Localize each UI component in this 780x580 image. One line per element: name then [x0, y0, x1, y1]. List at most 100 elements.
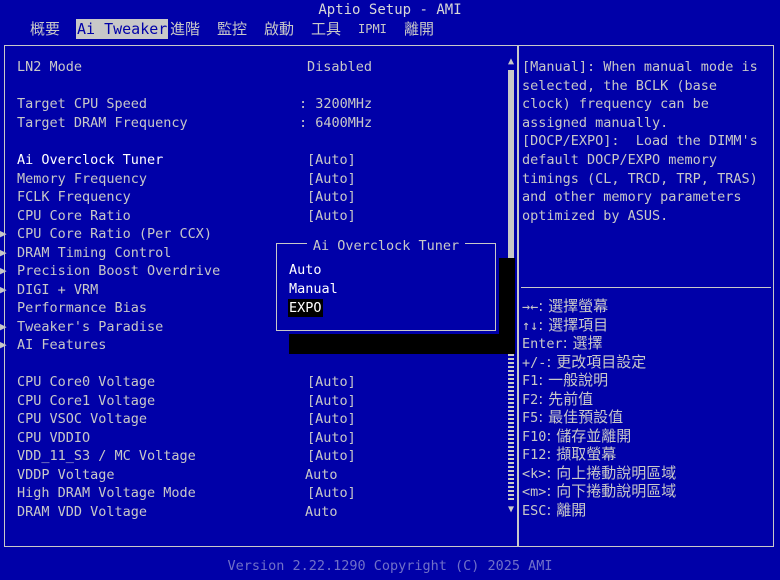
setting-label: Ai Overclock Tuner — [17, 152, 164, 168]
setting-vddp-voltage[interactable]: VDDP Voltage Auto — [17, 466, 497, 484]
help-divider — [521, 287, 771, 288]
setting-value: [Auto] — [307, 448, 356, 464]
tab-bar: 概要 Ai Tweaker 進階 監控 啟動 工具 IPMI 離開 — [0, 19, 780, 39]
submenu-label: Precision Boost Overdrive — [17, 263, 221, 279]
tab-advanced[interactable]: 進階 — [170, 19, 200, 39]
key-description: : 選擇 — [562, 334, 603, 352]
setting-label: LN2 Mode — [17, 59, 83, 75]
setting-label: Performance Bias — [17, 300, 148, 316]
info-label: Target DRAM Frequency — [17, 115, 188, 131]
setting-value: [Auto] — [307, 374, 356, 390]
tab-monitor[interactable]: 監控 — [217, 19, 247, 39]
tab-exit[interactable]: 離開 — [404, 19, 434, 39]
key-label: +/- — [522, 355, 547, 371]
key-hint-esc: ESC: 離開 — [522, 501, 586, 520]
key-label: Enter — [522, 336, 563, 352]
key-hint-f2: F2: 先前值 — [522, 390, 593, 409]
tab-boot[interactable]: 啟動 — [264, 19, 294, 39]
setting-value: [Auto] — [307, 189, 356, 205]
key-label: F5 — [522, 410, 539, 426]
key-description: : 先前值 — [538, 390, 594, 408]
setting-value: Disabled — [307, 59, 373, 75]
tab-ai-tweaker[interactable]: Ai Tweaker — [76, 19, 169, 39]
tab-overview[interactable]: 概要 — [30, 19, 60, 39]
setting-value: [Auto] — [307, 152, 356, 168]
submenu-label: DIGI + VRM — [17, 282, 99, 298]
setting-fclk-frequency[interactable]: FCLK Frequency [Auto] — [17, 188, 497, 206]
popup-option-manual[interactable]: Manual — [288, 280, 339, 298]
setting-label: VDD_11_S3 / MC Voltage — [17, 448, 196, 464]
key-label: →← — [522, 299, 539, 315]
setting-value: [Auto] — [307, 208, 356, 224]
key-description: : 一般說明 — [538, 371, 609, 389]
key-label: ESC — [522, 503, 547, 519]
key-hint-select-item: ↑↓: 選擇項目 — [522, 316, 608, 335]
key-description: : 選擇螢幕 — [538, 297, 609, 315]
key-label: <k> — [522, 466, 547, 482]
submenu-arrow-icon: ▶ — [0, 264, 7, 277]
key-label: F1 — [522, 373, 539, 389]
key-description: : 向下捲動說明區域 — [546, 482, 677, 500]
key-hint-f10: F10: 儲存並離開 — [522, 427, 631, 446]
setting-ln2-mode[interactable]: LN2 Mode Disabled — [17, 58, 497, 76]
setting-vdd-11-s3-mc-voltage[interactable]: VDD_11_S3 / MC Voltage [Auto] — [17, 447, 497, 465]
tab-tool[interactable]: 工具 — [311, 19, 341, 39]
popup-title-text: Ai Overclock Tuner — [306, 238, 466, 254]
setting-value: Auto — [305, 467, 338, 483]
tab-ipmi[interactable]: IPMI — [358, 19, 387, 39]
setting-label: DRAM VDD Voltage — [17, 504, 148, 520]
key-hint-f1: F1: 一般說明 — [522, 371, 608, 390]
setting-value: [Auto] — [307, 171, 356, 187]
key-description: : 離開 — [546, 501, 587, 519]
setting-high-dram-voltage-mode[interactable]: High DRAM Voltage Mode [Auto] — [17, 484, 497, 502]
setting-label: CPU Core0 Voltage — [17, 374, 156, 390]
key-label: F10 — [522, 429, 547, 445]
info-value: : 3200MHz — [299, 96, 373, 112]
setting-label: CPU VDDIO — [17, 430, 91, 446]
key-description: : 選擇項目 — [538, 316, 609, 334]
setting-label: FCLK Frequency — [17, 189, 131, 205]
setting-value: [Auto] — [307, 393, 356, 409]
submenu-label: AI Features — [17, 337, 107, 353]
key-description: : 更改項目設定 — [546, 353, 647, 371]
popup-option-auto[interactable]: Auto — [288, 261, 323, 279]
info-target-dram-frequency: Target DRAM Frequency : 6400MHz — [17, 114, 497, 132]
key-label: F2 — [522, 392, 539, 408]
key-hint-scroll-up: <k>: 向上捲動說明區域 — [522, 464, 676, 483]
submenu-arrow-icon: ▶ — [0, 320, 7, 333]
triangle-down-icon[interactable]: ▼ — [506, 504, 516, 516]
key-label: F12 — [522, 447, 547, 463]
popup-option-expo[interactable]: EXPO — [288, 299, 323, 317]
setting-label: CPU Core1 Voltage — [17, 393, 156, 409]
setting-cpu-vddio[interactable]: CPU VDDIO [Auto] — [17, 429, 497, 447]
setting-value: [Auto] — [307, 430, 356, 446]
setting-memory-frequency[interactable]: Memory Frequency [Auto] — [17, 170, 497, 188]
ai-overclock-tuner-popup: Ai Overclock Tuner Auto Manual EXPO — [273, 238, 499, 334]
key-description: : 最佳預設值 — [538, 408, 624, 426]
popup-title: Ai Overclock Tuner — [273, 238, 499, 254]
key-description: : 儲存並離開 — [546, 427, 632, 445]
key-hint-select-screen: →←: 選擇螢幕 — [522, 297, 608, 316]
setting-label: Memory Frequency — [17, 171, 148, 187]
setting-value: Auto — [305, 504, 338, 520]
info-value: : 6400MHz — [299, 115, 373, 131]
setting-value: [Auto] — [307, 411, 356, 427]
submenu-arrow-icon: ▶ — [0, 283, 7, 296]
info-target-cpu-speed: Target CPU Speed : 3200MHz — [17, 95, 497, 113]
submenu-arrow-icon: ▶ — [0, 227, 7, 240]
triangle-up-icon[interactable]: ▲ — [506, 56, 516, 68]
help-text: [Manual]: When manual mode is selected, … — [522, 59, 758, 224]
setting-dram-vdd-voltage[interactable]: DRAM VDD Voltage Auto — [17, 503, 497, 521]
setting-cpu-core0-voltage[interactable]: CPU Core0 Voltage [Auto] — [17, 373, 497, 391]
submenu-arrow-icon: ▶ — [0, 246, 7, 259]
setting-ai-overclock-tuner[interactable]: Ai Overclock Tuner [Auto] — [17, 151, 497, 169]
key-hint-f5: F5: 最佳預設值 — [522, 408, 623, 427]
setting-label: CPU Core Ratio — [17, 208, 131, 224]
info-label: Target CPU Speed — [17, 96, 148, 112]
key-hint-enter: Enter: 選擇 — [522, 334, 602, 353]
setting-cpu-core1-voltage[interactable]: CPU Core1 Voltage [Auto] — [17, 392, 497, 410]
setting-label: VDDP Voltage — [17, 467, 115, 483]
submenu-label: CPU Core Ratio (Per CCX) — [17, 226, 213, 242]
setting-cpu-vsoc-voltage[interactable]: CPU VSOC Voltage [Auto] — [17, 410, 497, 428]
setting-cpu-core-ratio[interactable]: CPU Core Ratio [Auto] — [17, 207, 497, 225]
